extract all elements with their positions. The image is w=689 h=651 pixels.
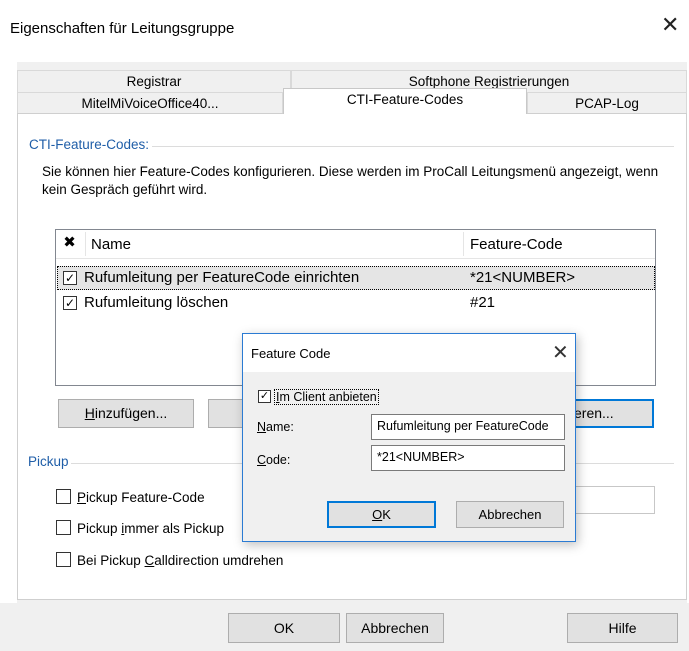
label-text: ame:: [266, 420, 294, 434]
help-button[interactable]: Hilfe: [567, 613, 678, 643]
option-text: mmer als Pickup: [124, 521, 225, 536]
table-row[interactable]: ✓ Rufumleitung löschen #21: [57, 291, 655, 315]
popup-close-button[interactable]: ✕: [552, 340, 569, 365]
popup-ok-button[interactable]: OK: [327, 501, 436, 528]
edit-button[interactable]: eren...: [566, 399, 654, 428]
pickup-always-checkbox[interactable]: [56, 520, 71, 535]
cancel-button[interactable]: Abbrechen: [346, 613, 444, 643]
pickup-calldirection-checkbox[interactable]: [56, 552, 71, 567]
feature-code-dialog: Feature Code ✕ ✓ Im Client anbieten Name…: [242, 333, 576, 542]
code-label: Code:: [257, 453, 290, 467]
option-mnemonic: C: [144, 553, 155, 568]
add-button[interactable]: Hinzufügen...: [58, 399, 194, 428]
cti-description: Sie können hier Feature-Codes konfigurie…: [42, 164, 659, 197]
popup-cancel-button[interactable]: Abbrechen: [456, 501, 564, 528]
option-text: Bei Pickup: [77, 553, 145, 568]
popup-title: Feature Code: [251, 346, 331, 361]
label-mnemonic: C: [257, 453, 267, 467]
row-checkbox[interactable]: ✓: [63, 271, 77, 285]
label-text: m Client anbieten: [279, 390, 377, 404]
offer-in-client-label: Im Client anbieten: [274, 389, 379, 405]
column-header-name[interactable]: Name: [91, 236, 131, 253]
group-title-pickup: Pickup: [26, 454, 71, 469]
group-title-cti: CTI-Feature-Codes:: [26, 137, 153, 152]
column-header-feature-code[interactable]: Feature-Code: [470, 236, 563, 253]
offer-in-client-checkbox[interactable]: ✓: [258, 390, 271, 403]
table-row[interactable]: ✓ Rufumleitung per FeatureCode einrichte…: [57, 266, 655, 290]
pickup-feature-code-label: Pickup Feature-Code: [77, 490, 205, 505]
window-close-button[interactable]: ✕: [661, 14, 679, 36]
add-button-mnemonic: H: [84, 405, 95, 421]
row-code: #21: [470, 294, 496, 311]
row-name: Rufumleitung löschen: [84, 294, 229, 311]
row-checkbox[interactable]: ✓: [63, 296, 77, 310]
tab-pcap-log[interactable]: PCAP-Log: [527, 92, 687, 114]
window-title: Eigenschaften für Leitungsgruppe: [10, 20, 235, 37]
tab-mitel-mivoice[interactable]: MitelMiVoiceOffice40...: [17, 92, 283, 114]
pickup-calldirection-label: Bei Pickup Calldirection umdrehen: [77, 553, 283, 568]
pickup-always-label: Pickup immer als Pickup: [77, 521, 224, 536]
name-input[interactable]: Rufumleitung per FeatureCode: [371, 414, 565, 440]
name-label: Name:: [257, 420, 294, 434]
column-separator: [85, 232, 86, 256]
pickup-feature-code-checkbox[interactable]: [56, 489, 71, 504]
label-text: ode:: [266, 453, 291, 467]
option-mnemonic: P: [77, 490, 87, 505]
row-code: *21<NUMBER>: [470, 269, 576, 286]
column-separator: [463, 232, 464, 256]
button-label: K: [382, 507, 391, 522]
popup-titlebar: Feature Code ✕: [243, 334, 575, 372]
label-mnemonic: N: [257, 420, 267, 434]
code-input[interactable]: *21<NUMBER>: [371, 445, 565, 471]
option-text: alldirection umdrehen: [154, 553, 284, 568]
option-text: ickup Feature-Code: [86, 490, 205, 505]
tab-cti-feature-codes[interactable]: CTI-Feature-Codes: [283, 88, 527, 114]
tab-registrar[interactable]: Registrar: [17, 70, 291, 92]
row-name: Rufumleitung per FeatureCode einrichten: [84, 269, 360, 286]
list-header: ✖ Name Feature-Code: [56, 230, 655, 259]
add-button-label: inzufügen...: [94, 405, 168, 421]
remove-button[interactable]: [208, 399, 244, 428]
header-check-icon[interactable]: ✖: [62, 235, 77, 252]
ok-button[interactable]: OK: [228, 613, 340, 643]
button-mnemonic: O: [372, 507, 383, 522]
option-text: Pickup: [77, 521, 122, 536]
